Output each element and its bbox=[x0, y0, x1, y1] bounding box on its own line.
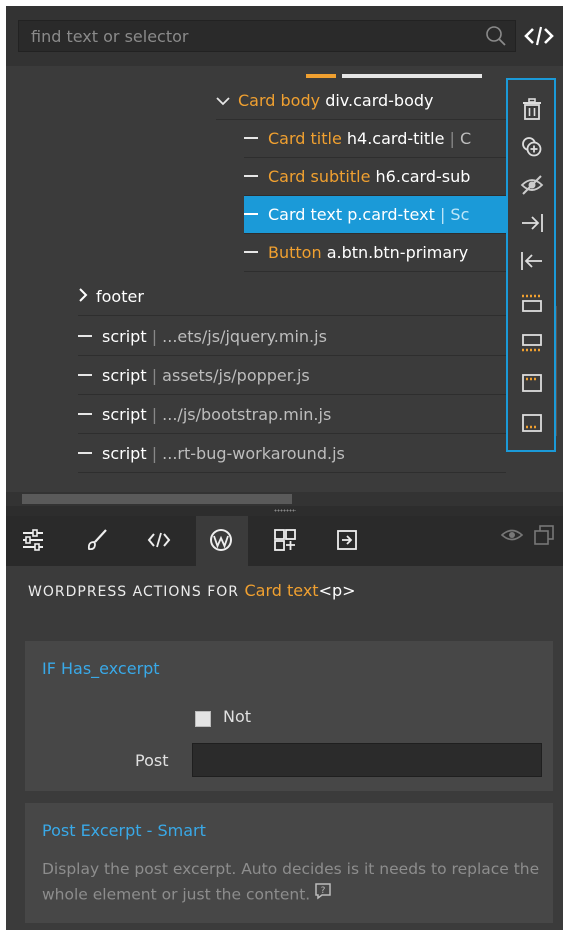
post-field-label: Post bbox=[135, 751, 169, 770]
dash-icon bbox=[78, 334, 92, 337]
dash-icon bbox=[244, 250, 258, 253]
separator: | bbox=[151, 444, 158, 463]
insert-bottom-icon[interactable] bbox=[519, 410, 545, 436]
tree-row-script[interactable]: script | .../js/bootstrap.min.js bbox=[78, 396, 506, 434]
element-extra: Sc bbox=[450, 205, 470, 224]
element-selector: div.card-body bbox=[325, 91, 434, 110]
element-selector: a.btn.btn-primary bbox=[326, 243, 469, 262]
element-name: Card title bbox=[268, 129, 342, 148]
element-name: Card text bbox=[268, 205, 343, 224]
dash-icon bbox=[244, 212, 258, 215]
wordpress-icon bbox=[210, 529, 232, 551]
dash-icon bbox=[244, 136, 258, 139]
insert-after-icon[interactable] bbox=[519, 330, 545, 356]
header-prefix: WORDPRESS ACTIONS FOR bbox=[28, 584, 240, 600]
settings-sliders-icon bbox=[23, 529, 43, 551]
eye-icon[interactable] bbox=[500, 525, 524, 549]
tab-code[interactable] bbox=[138, 516, 182, 566]
element-tree: Card body div.card-body Card title h4.ca… bbox=[6, 66, 563, 506]
dash-icon bbox=[78, 451, 92, 454]
element-selector: h6.card-sub bbox=[375, 167, 471, 186]
condition-card: IF Has_excerpt Not Post bbox=[25, 641, 553, 791]
action-description: Display the post excerpt. Auto decides i… bbox=[42, 857, 542, 908]
brush-icon bbox=[87, 529, 107, 551]
tab-wordpress[interactable] bbox=[196, 516, 248, 566]
tab-properties[interactable] bbox=[12, 516, 56, 566]
element-name: Card body bbox=[238, 91, 321, 110]
not-checkbox-label: Not bbox=[223, 707, 252, 726]
separator: | bbox=[151, 327, 158, 346]
element-selector: p.card-text bbox=[347, 205, 435, 224]
element-extra: C bbox=[459, 129, 472, 148]
header-element-tag: <p> bbox=[318, 581, 356, 600]
condition-title[interactable]: IF Has_excerpt bbox=[42, 659, 160, 678]
tree-row-card-body[interactable]: Card body div.card-body bbox=[216, 82, 506, 120]
search-input[interactable] bbox=[19, 21, 479, 51]
code-view-icon[interactable] bbox=[524, 24, 554, 48]
element-name: Button bbox=[268, 243, 322, 262]
tree-row-script[interactable]: script | ...rt-bug-workaround.js bbox=[78, 435, 506, 473]
action-title[interactable]: Post Excerpt - Smart bbox=[42, 821, 206, 840]
element-extra: ...rt-bug-workaround.js bbox=[162, 444, 345, 463]
action-card: Post Excerpt - Smart Display the post ex… bbox=[25, 803, 553, 923]
tab-export[interactable] bbox=[326, 516, 370, 566]
dash-icon bbox=[78, 373, 92, 376]
tree-row-button[interactable]: Button a.btn.btn-primary bbox=[244, 234, 506, 272]
search-bar bbox=[6, 6, 563, 66]
tree-row-card-text[interactable]: Card text p.card-text | Sc bbox=[244, 196, 506, 234]
action-description-text: Display the post excerpt. Auto decides i… bbox=[42, 860, 540, 904]
header-element-name: Card text bbox=[244, 581, 319, 600]
element-tag: script bbox=[102, 444, 147, 463]
element-extra: .../js/bootstrap.min.js bbox=[162, 405, 332, 424]
outdent-icon[interactable] bbox=[519, 248, 545, 274]
dash-icon bbox=[244, 174, 258, 177]
components-icon bbox=[274, 529, 296, 551]
wordpress-actions-header: WORDPRESS ACTIONS FOR Card text<p> bbox=[28, 581, 356, 600]
tree-row-footer[interactable]: footer bbox=[78, 278, 506, 316]
tree-row-card-subtitle[interactable]: Card subtitle h6.card-sub bbox=[244, 158, 506, 196]
pinegrow-panel: Card body div.card-body Card title h4.ca… bbox=[6, 6, 563, 930]
chevron-down-icon[interactable] bbox=[216, 82, 230, 119]
element-tag: footer bbox=[96, 287, 144, 306]
search-box bbox=[18, 20, 516, 52]
separator: | bbox=[151, 405, 158, 424]
insert-top-icon[interactable] bbox=[519, 370, 545, 396]
element-tag: script bbox=[102, 327, 147, 346]
tree-row-card-title[interactable]: Card title h4.card-title | C bbox=[244, 120, 506, 158]
dash-icon bbox=[78, 412, 92, 415]
tree-row-script[interactable]: script | ...ets/js/jquery.min.js bbox=[78, 318, 506, 356]
export-icon bbox=[337, 530, 357, 550]
separator: | bbox=[449, 129, 455, 148]
code-icon bbox=[147, 532, 171, 548]
duplicate-icon[interactable] bbox=[519, 134, 545, 160]
separator: | bbox=[439, 205, 446, 224]
drag-grip-icon[interactable] bbox=[274, 509, 296, 512]
svg-text:?: ? bbox=[321, 886, 326, 896]
detach-panel-icon[interactable] bbox=[532, 524, 556, 550]
chevron-right-icon[interactable] bbox=[78, 278, 88, 315]
insert-before-icon[interactable] bbox=[519, 290, 545, 316]
clipped-row bbox=[306, 66, 506, 82]
trash-icon[interactable] bbox=[519, 96, 545, 122]
element-selector: h4.card-title bbox=[346, 129, 445, 148]
tree-row-script[interactable]: script | assets/js/popper.js bbox=[78, 357, 506, 395]
element-name: Card subtitle bbox=[268, 167, 371, 186]
element-tag: script bbox=[102, 405, 147, 424]
horizontal-scrollbar[interactable] bbox=[22, 494, 292, 504]
element-tag: script bbox=[102, 366, 147, 385]
tab-components[interactable] bbox=[264, 516, 308, 566]
tab-bar bbox=[6, 516, 563, 566]
search-icon[interactable] bbox=[485, 25, 507, 47]
element-extra: ...ets/js/jquery.min.js bbox=[162, 327, 327, 346]
separator: | bbox=[151, 366, 158, 385]
post-field[interactable] bbox=[192, 743, 542, 777]
hide-icon[interactable] bbox=[519, 172, 545, 198]
not-checkbox[interactable] bbox=[195, 711, 211, 727]
element-extra: assets/js/popper.js bbox=[162, 366, 310, 385]
tab-styles[interactable] bbox=[76, 516, 120, 566]
indent-icon[interactable] bbox=[519, 210, 545, 236]
panel-splitter[interactable] bbox=[6, 506, 563, 516]
element-action-toolbar bbox=[506, 78, 556, 452]
help-icon[interactable]: ? bbox=[314, 882, 332, 908]
